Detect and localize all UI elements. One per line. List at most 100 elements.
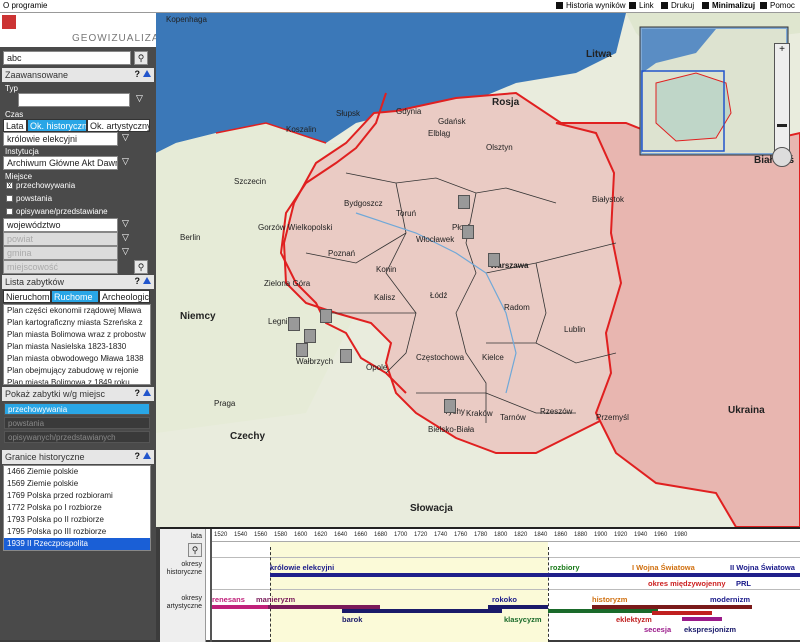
zoom-slider[interactable]: + − xyxy=(774,43,790,161)
event-label[interactable]: królowie elekcyjni xyxy=(270,563,334,572)
list-item[interactable]: 1769 Polska przed rozbiorami xyxy=(4,490,150,502)
list-item[interactable]: Plan części ekonomii rządowej Mława xyxy=(4,305,150,317)
list-item[interactable]: 1939 II Rzeczpospolita xyxy=(4,538,150,550)
tab-movable[interactable]: Ruchome xyxy=(51,290,99,303)
event-label[interactable]: eklektyzm xyxy=(616,615,652,624)
about-link[interactable]: O programie xyxy=(3,1,47,10)
event-label[interactable]: rozbiory xyxy=(550,563,580,572)
art-period-bar[interactable] xyxy=(592,605,752,609)
tab-historical-period[interactable]: Ok. historyczny xyxy=(27,119,87,132)
map-marker[interactable] xyxy=(444,399,456,413)
list-item[interactable]: Plan miasta Bolimowa z 1849 roku xyxy=(4,377,150,384)
map-view[interactable]: Kopenhaga Berlin Praga Gdańsk Gdynia Słu… xyxy=(156,13,800,527)
borders-header[interactable]: Granice historyczne? xyxy=(2,450,154,464)
collapse-icon[interactable] xyxy=(143,452,151,459)
chevron-down-icon[interactable]: ▽ xyxy=(136,93,143,104)
type-select[interactable] xyxy=(18,93,130,107)
voivodeship-select[interactable]: województwo xyxy=(3,218,118,232)
event-label[interactable]: ekspresjonizm xyxy=(684,625,736,634)
show-by-origin[interactable]: powstania xyxy=(4,417,150,429)
event-label[interactable]: historyzm xyxy=(592,595,627,604)
list-item[interactable]: Plan obejmujący zabudowę w rejonie xyxy=(4,365,150,377)
chevron-down-icon[interactable]: ▽ xyxy=(122,246,129,257)
filter-search-button[interactable]: ⚲ xyxy=(134,260,148,274)
chevron-down-icon[interactable]: ▽ xyxy=(122,132,129,143)
help-icon[interactable]: ? xyxy=(135,276,141,286)
period-select[interactable]: królowie elekcyjni xyxy=(3,132,118,146)
print-link[interactable]: Drukuj xyxy=(661,1,694,10)
show-by-header[interactable]: Pokaż zabytki w/g miejsc? xyxy=(2,387,154,401)
list-item[interactable]: Plan kartograficzny miasta Szreńska z xyxy=(4,317,150,329)
event-label[interactable]: okres międzywojenny xyxy=(648,579,726,588)
monuments-list[interactable]: Plan części ekonomii rządowej Mława Plan… xyxy=(3,304,151,385)
borders-list[interactable]: 1466 Ziemie polskie 1569 Ziemie polskie … xyxy=(3,465,151,551)
history-link[interactable]: Historia wyników xyxy=(556,1,626,10)
map-marker[interactable] xyxy=(296,343,308,357)
monuments-header[interactable]: Lista zabytków? xyxy=(2,275,154,289)
event-label[interactable]: secesja xyxy=(644,625,671,634)
collapse-icon[interactable] xyxy=(143,70,151,77)
list-item[interactable]: Plan miasta Bolimowa wraz z probostw xyxy=(4,329,150,341)
timeline-track[interactable]: 1520 1540 1560 1580 1600 1620 1640 1660 1680 1700… xyxy=(210,529,800,642)
collapse-icon[interactable] xyxy=(143,277,151,284)
checkbox-origin[interactable] xyxy=(6,195,13,202)
map-marker[interactable] xyxy=(458,195,470,209)
show-by-storage[interactable]: przechowywania xyxy=(4,403,150,415)
checkbox-depicted[interactable] xyxy=(6,208,13,215)
event-label[interactable]: klasycyzm xyxy=(504,615,542,624)
map-marker[interactable] xyxy=(488,253,500,267)
event-label[interactable]: barok xyxy=(342,615,362,624)
show-by-depicted[interactable]: opisywanych/przedstawianych xyxy=(4,431,150,443)
art-period-bar[interactable] xyxy=(488,605,548,609)
list-item[interactable]: 1772 Polska po I rozbiorze xyxy=(4,502,150,514)
map-marker[interactable] xyxy=(340,349,352,363)
list-item[interactable]: 1795 Polska po III rozbiorze xyxy=(4,526,150,538)
map-marker[interactable] xyxy=(288,317,300,331)
event-label[interactable]: II Wojna Światowa xyxy=(730,563,795,572)
chevron-down-icon[interactable]: ▽ xyxy=(122,232,129,243)
tab-archaeological[interactable]: Archeologic xyxy=(99,290,150,303)
collapse-icon[interactable] xyxy=(143,389,151,396)
link-link[interactable]: Link xyxy=(629,1,654,10)
range-end-handle[interactable] xyxy=(548,547,549,642)
locality-select[interactable]: miejscowość xyxy=(3,260,118,274)
chevron-down-icon[interactable]: ▽ xyxy=(122,218,129,229)
commune-select[interactable]: gmina xyxy=(3,246,118,260)
chevron-down-icon[interactable]: ▽ xyxy=(122,156,129,167)
district-select[interactable]: powiat xyxy=(3,232,118,246)
list-item[interactable]: 1793 Polska po II rozbiorze xyxy=(4,514,150,526)
checkbox-storage[interactable]: x xyxy=(6,182,13,189)
event-label[interactable]: manieryzm xyxy=(256,595,295,604)
tab-years[interactable]: Lata xyxy=(3,119,27,132)
art-period-bar[interactable] xyxy=(652,611,712,615)
art-period-bar[interactable] xyxy=(212,605,268,609)
art-period-bar[interactable] xyxy=(342,609,502,613)
timeline-panel[interactable]: lata ⚲ okresy historyczne okresy artysty… xyxy=(160,527,800,642)
map-marker[interactable] xyxy=(304,329,316,343)
event-label[interactable]: modernizm xyxy=(710,595,750,604)
event-label[interactable]: rokoko xyxy=(492,595,517,604)
timeline-zoom-button[interactable]: ⚲ xyxy=(188,543,202,557)
tab-artistic-period[interactable]: Ok. artystyczny xyxy=(87,119,150,132)
minimize-link[interactable]: Minimalizuj xyxy=(702,1,755,10)
historical-period-bar[interactable] xyxy=(270,573,800,577)
art-period-bar[interactable] xyxy=(548,609,658,613)
event-label[interactable]: renesans xyxy=(212,595,245,604)
help-icon[interactable]: ? xyxy=(135,388,141,398)
zoom-handle[interactable] xyxy=(777,124,787,127)
map-marker[interactable] xyxy=(462,225,474,239)
help-link[interactable]: Pomoc xyxy=(760,1,795,10)
art-period-bar[interactable] xyxy=(682,617,722,621)
advanced-header[interactable]: Zaawansowane? xyxy=(2,68,154,82)
event-label[interactable]: PRL xyxy=(736,579,751,588)
list-item[interactable]: 1569 Ziemie polskie xyxy=(4,478,150,490)
map-marker[interactable] xyxy=(320,309,332,323)
help-icon[interactable]: ? xyxy=(135,451,141,461)
institution-select[interactable]: Archiwum Główne Akt Dawn xyxy=(3,156,118,170)
search-button[interactable]: ⚲ xyxy=(134,51,148,65)
zoom-in-icon[interactable]: + xyxy=(775,44,789,55)
pan-control[interactable] xyxy=(772,147,792,167)
event-label[interactable]: I Wojna Światowa xyxy=(632,563,695,572)
list-item[interactable]: 1466 Ziemie polskie xyxy=(4,466,150,478)
list-item[interactable]: Plan miasta Nasielska 1823-1830 xyxy=(4,341,150,353)
